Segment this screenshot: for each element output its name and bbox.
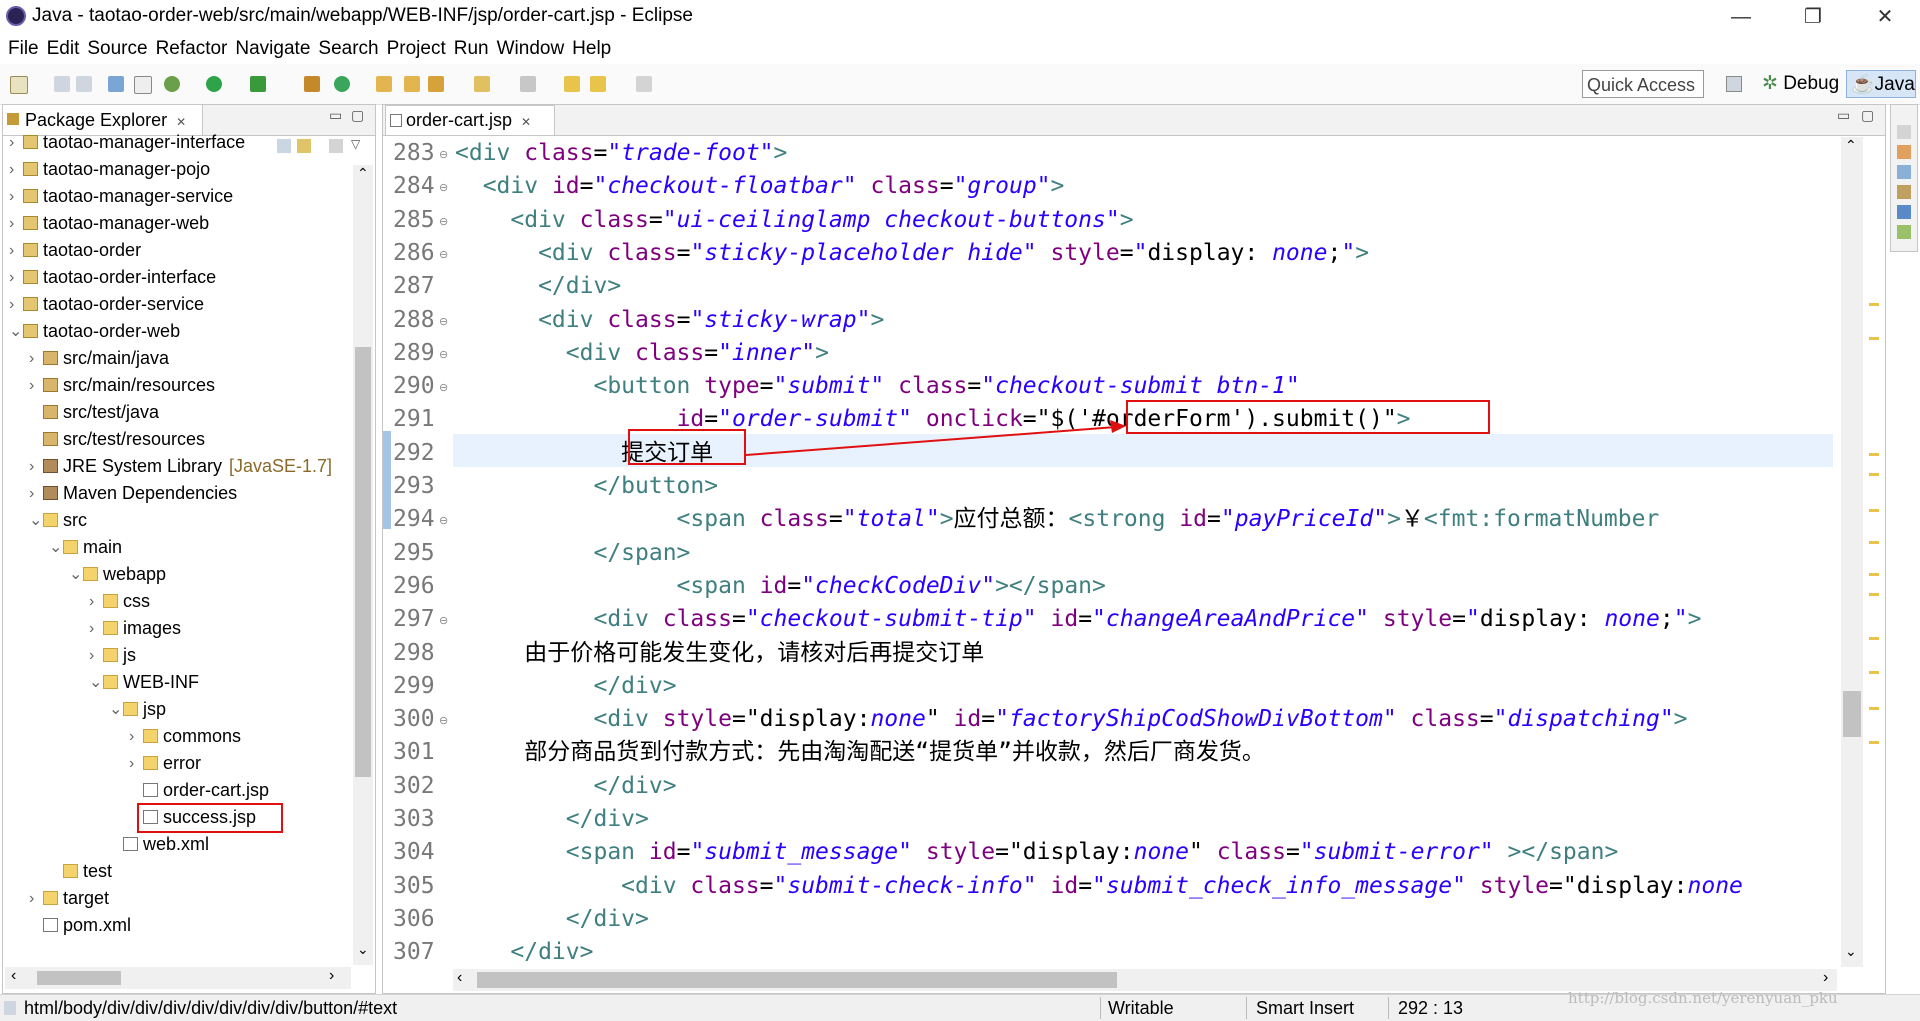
status-divider <box>1388 997 1389 1019</box>
problems-icon[interactable] <box>1897 145 1911 159</box>
declaration-icon[interactable] <box>1897 185 1911 199</box>
annotation-arrow <box>745 420 1126 456</box>
status-divider <box>1100 997 1101 1019</box>
status-divider <box>1246 997 1247 1019</box>
watermark: http://blog.csdn.net/yerenyuan_pku <box>1568 989 1838 1007</box>
status-writable: Writable <box>1108 998 1174 1018</box>
path-icon <box>4 1001 16 1015</box>
status-cursor-position: 292 : 13 <box>1398 998 1464 1018</box>
status-insert-mode: Smart Insert <box>1256 998 1355 1018</box>
javadoc-icon[interactable] <box>1897 165 1911 179</box>
status-path: html/body/div/div/div/div/div/div/div/bu… <box>24 998 398 1018</box>
console-icon[interactable] <box>1897 205 1911 219</box>
junit-icon[interactable] <box>1897 225 1911 239</box>
restore-icon[interactable] <box>1897 125 1911 139</box>
right-trim-stack <box>1890 104 1918 252</box>
